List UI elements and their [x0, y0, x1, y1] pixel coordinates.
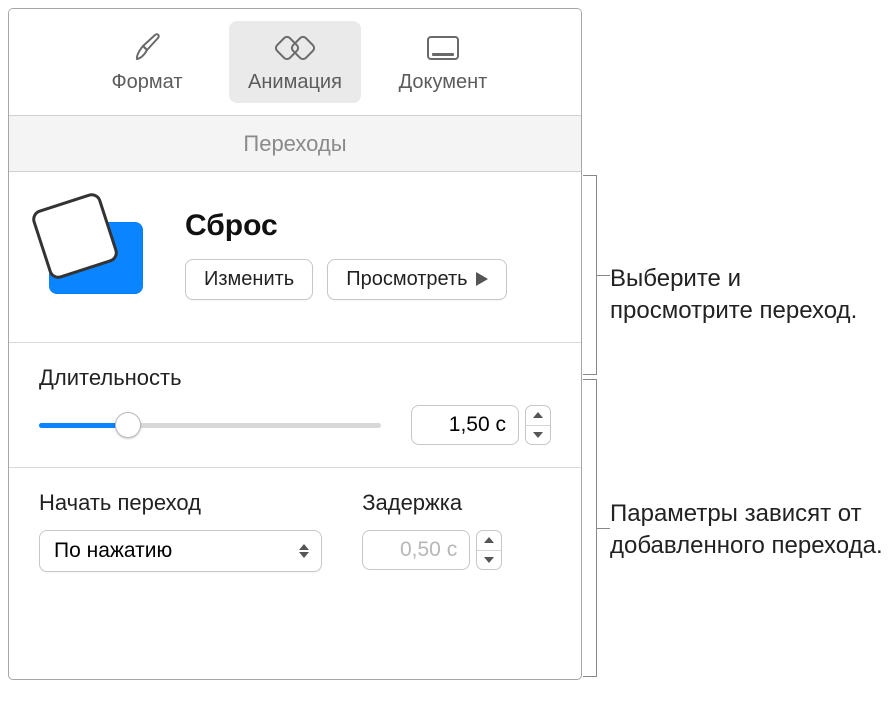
- start-label: Начать переход: [39, 490, 322, 516]
- animation-icon: [274, 31, 316, 65]
- tab-document[interactable]: Документ: [377, 21, 509, 103]
- callout-tick-1: [597, 275, 610, 276]
- toolbar: Формат Анимация Документ: [9, 9, 581, 116]
- subheader-label: Переходы: [243, 131, 346, 157]
- transition-thumbnail: [39, 200, 159, 308]
- tab-format-label: Формат: [111, 71, 182, 94]
- change-button-label: Изменить: [204, 268, 294, 291]
- duration-stepper[interactable]: [525, 405, 551, 445]
- subheader-transitions: Переходы: [9, 116, 581, 172]
- select-caret-icon: [291, 536, 317, 566]
- preview-button[interactable]: Просмотреть: [327, 259, 506, 300]
- delay-label: Задержка: [362, 490, 551, 516]
- inspector-panel: Формат Анимация Документ: [8, 8, 582, 680]
- callout-1: Выберите и просмотрите переход.: [610, 263, 890, 328]
- tab-animation-label: Анимация: [248, 71, 342, 94]
- tab-animation[interactable]: Анимация: [229, 21, 361, 103]
- callout-bracket-1: [583, 175, 597, 375]
- delay-stepper[interactable]: [476, 530, 502, 570]
- chevron-down-icon[interactable]: [526, 426, 550, 445]
- start-select-value: По нажатию: [54, 539, 172, 563]
- duration-slider[interactable]: [39, 411, 381, 439]
- start-select[interactable]: По нажатию: [39, 530, 322, 572]
- transition-section: Сброс Изменить Просмотреть: [9, 172, 581, 343]
- callout-bracket-2: [583, 379, 597, 677]
- duration-label: Длительность: [39, 365, 551, 391]
- paintbrush-icon: [132, 31, 162, 65]
- tab-document-label: Документ: [399, 71, 488, 94]
- change-button[interactable]: Изменить: [185, 259, 313, 300]
- transition-title: Сброс: [185, 209, 551, 243]
- chevron-up-icon[interactable]: [477, 531, 501, 551]
- callout-tick-2: [597, 528, 610, 529]
- callout-2: Параметры зависят от добавленного перехо…: [610, 498, 894, 563]
- chevron-down-icon[interactable]: [477, 551, 501, 570]
- delay-value[interactable]: 0,50 с: [362, 530, 470, 570]
- duration-value[interactable]: 1,50 с: [411, 405, 519, 445]
- document-icon: [426, 31, 460, 65]
- preview-button-label: Просмотреть: [346, 268, 467, 291]
- chevron-up-icon[interactable]: [526, 406, 550, 426]
- tab-format[interactable]: Формат: [81, 21, 213, 103]
- play-icon: [476, 272, 488, 286]
- duration-section: Длительность 1,50 с: [9, 343, 581, 468]
- start-delay-section: Начать переход По нажатию Задержка 0,50 …: [9, 468, 581, 594]
